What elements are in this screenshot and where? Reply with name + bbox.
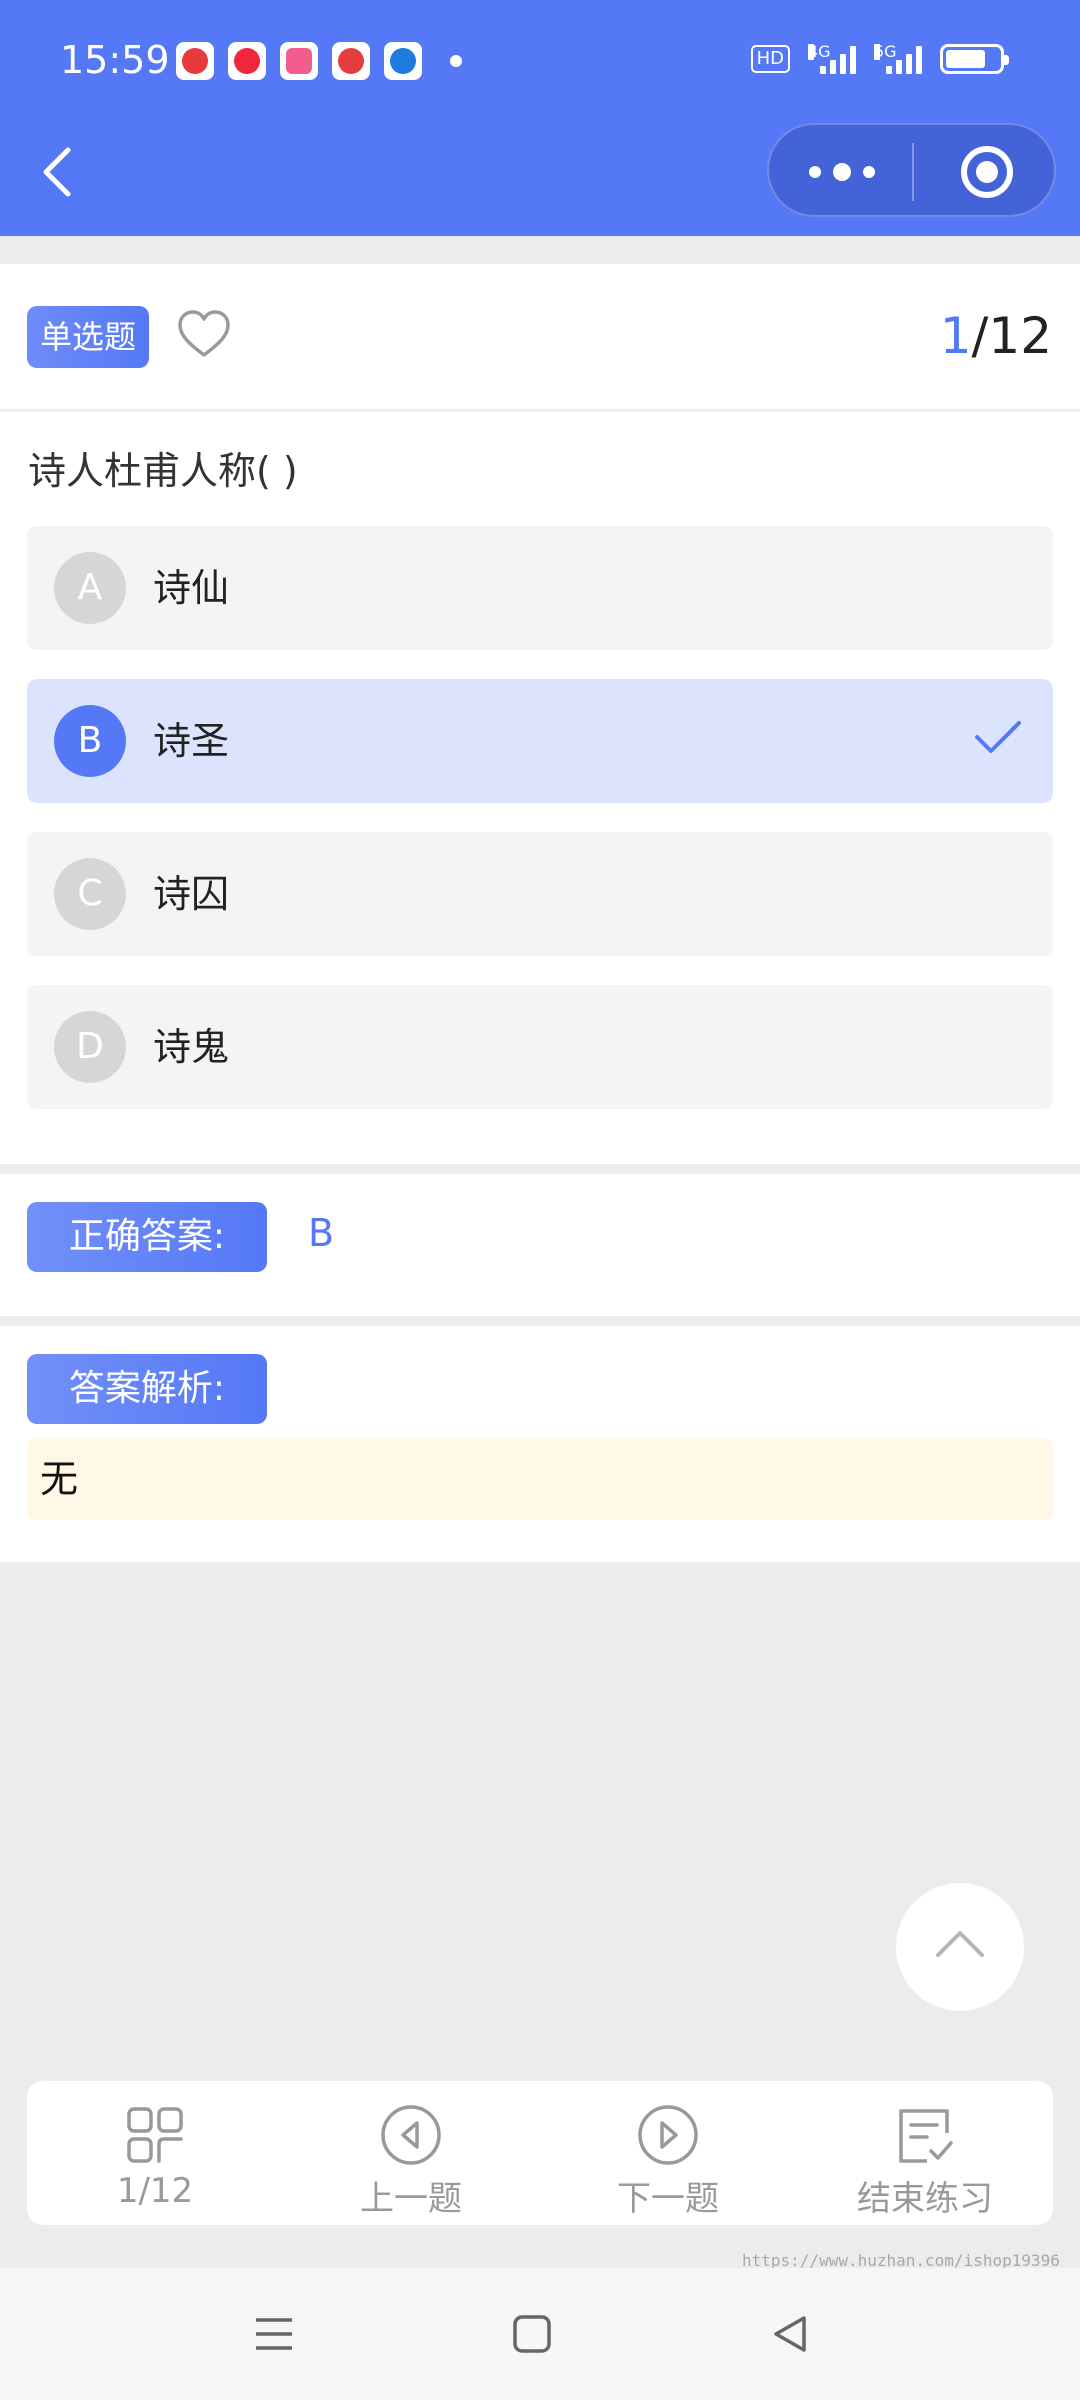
battery-icon	[940, 44, 1009, 74]
signal-5g-icon: 5G	[874, 44, 922, 74]
option-letter: A	[54, 552, 126, 624]
toolbar-label: 结束练习	[857, 2179, 993, 2219]
bottom-toolbar: 1/12 上一题 下一题 结束练习	[27, 2081, 1053, 2225]
chevron-up-icon	[936, 1931, 984, 1957]
progress-current: 1	[939, 307, 972, 365]
option-a[interactable]: A 诗仙	[27, 526, 1053, 650]
back-arrow-icon[interactable]	[36, 142, 80, 202]
finish-practice-button[interactable]: 结束练习	[797, 2081, 1053, 2225]
option-letter: C	[54, 858, 126, 930]
explanation-text: 无	[40, 1457, 79, 1501]
status-indicators: HD 4G 5G	[750, 44, 1009, 74]
signal-4g-icon: 4G	[808, 44, 856, 74]
favorite-heart-icon[interactable]	[176, 308, 232, 360]
status-time: 15:59	[60, 38, 170, 82]
mascot-app-icon	[332, 42, 370, 80]
grid-icon	[127, 2107, 183, 2163]
correct-answer-value: B	[308, 1211, 335, 1255]
previous-question-button[interactable]: 上一题	[283, 2081, 539, 2225]
finish-checklist-icon	[899, 2109, 953, 2163]
option-letter: D	[54, 1011, 126, 1083]
toolbar-label: 下一题	[617, 2179, 719, 2219]
more-menu-icon[interactable]	[809, 161, 875, 183]
next-circle-icon	[638, 2105, 698, 2165]
bilibili-app-icon	[280, 42, 318, 80]
back-triangle-icon[interactable]	[768, 2312, 812, 2356]
option-d[interactable]: D 诗鬼	[27, 985, 1053, 1109]
top-bar: 15:59 HD 4G 5G	[0, 0, 1080, 236]
status-app-icons	[176, 42, 462, 80]
prev-circle-icon	[381, 2105, 441, 2165]
capsule-divider	[912, 143, 914, 201]
question-progress: 1/12	[940, 306, 1052, 366]
question-list-button[interactable]: 1/12	[27, 2081, 283, 2225]
home-square-icon[interactable]	[510, 2312, 554, 2356]
scroll-top-button[interactable]	[896, 1883, 1024, 2011]
correct-answer-label: 正确答案:	[27, 1202, 267, 1272]
system-nav-bar	[0, 2268, 1080, 2400]
option-text: 诗囚	[153, 872, 230, 916]
explanation-label: 答案解析:	[27, 1354, 267, 1424]
close-target-icon[interactable]	[961, 146, 1013, 198]
question-header: 单选题 1/12	[0, 264, 1080, 412]
menu-icon[interactable]	[252, 2312, 296, 2356]
toolbar-label: 1/12	[116, 2171, 194, 2211]
option-letter: B	[54, 705, 126, 777]
toolbar-label: 上一题	[360, 2179, 462, 2219]
battery-level	[946, 50, 985, 68]
question-text: 诗人杜甫人称( )	[28, 449, 298, 493]
option-text: 诗鬼	[153, 1025, 230, 1069]
next-question-button[interactable]: 下一题	[540, 2081, 796, 2225]
telecom-app-icon	[384, 42, 422, 80]
explanation-card: 答案解析: 无	[0, 1326, 1080, 1562]
question-type-badge: 单选题	[27, 306, 150, 368]
option-text: 诗圣	[153, 719, 230, 763]
progress-total: /12	[971, 307, 1052, 365]
video-app-icon	[228, 42, 266, 80]
hd-badge: HD	[750, 45, 790, 73]
option-c[interactable]: C 诗囚	[27, 832, 1053, 956]
question-card: 单选题 1/12 诗人杜甫人称( ) A 诗仙 B 诗圣 C 诗囚 D 诗鬼	[0, 264, 1080, 1164]
answer-card: 正确答案: B	[0, 1174, 1080, 1316]
checkmark-icon	[975, 721, 1021, 753]
option-b[interactable]: B 诗圣	[27, 679, 1053, 803]
mtr-app-icon	[176, 42, 214, 80]
explanation-box: 无	[27, 1438, 1053, 1520]
option-text: 诗仙	[153, 566, 230, 610]
mini-program-capsule	[767, 123, 1056, 217]
notification-dot-icon	[450, 55, 462, 67]
